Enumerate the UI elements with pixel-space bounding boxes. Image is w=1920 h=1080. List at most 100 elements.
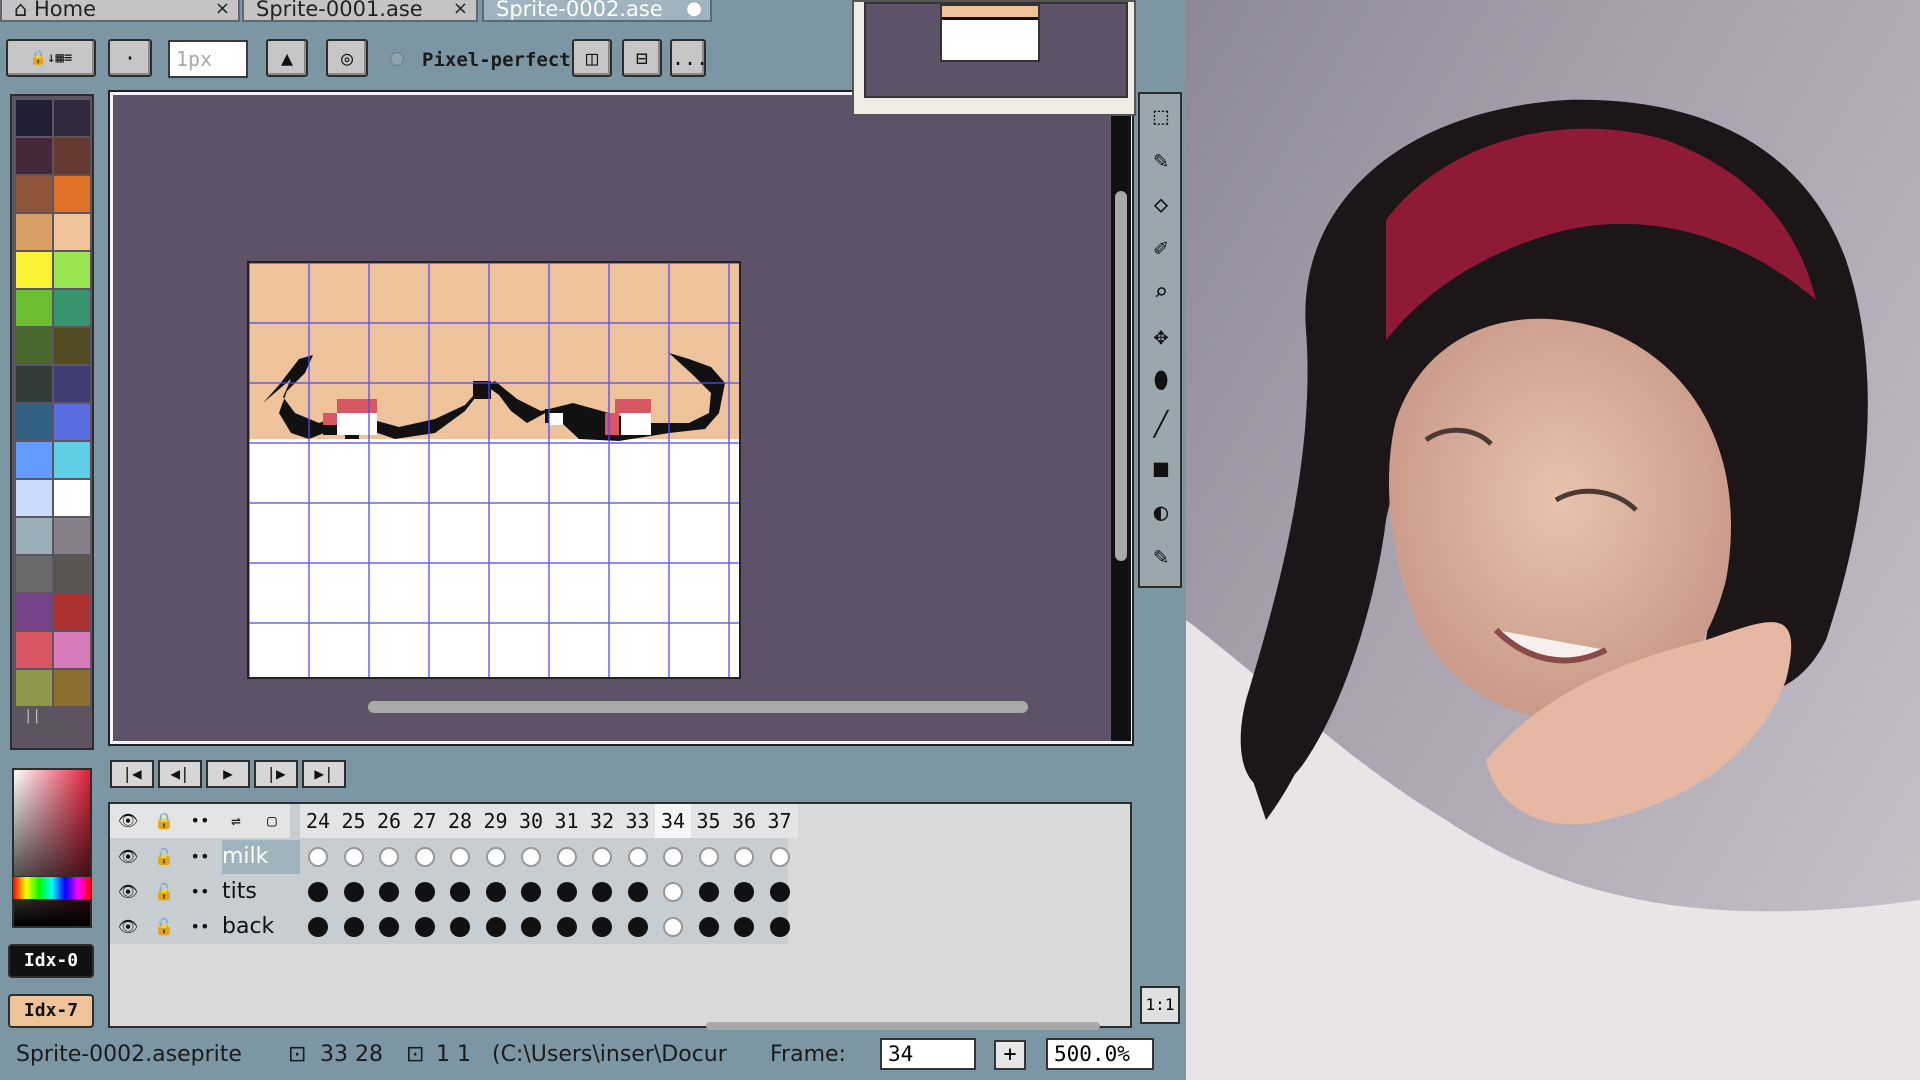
cel-dot[interactable] [734, 917, 754, 937]
cel-dot[interactable] [521, 847, 541, 867]
selection-icon[interactable]: ⬚ [1144, 98, 1178, 134]
continuous-header-icon[interactable]: •• [182, 804, 218, 838]
cel-dot[interactable] [343, 847, 364, 867]
cel-dot[interactable] [769, 917, 790, 937]
palette-swatch[interactable] [16, 404, 52, 440]
onion-skin-header-icon[interactable]: ▢ [254, 804, 290, 838]
cel-dot[interactable] [379, 882, 399, 902]
palette-swatch[interactable] [54, 138, 90, 174]
palette-swatch[interactable] [54, 252, 90, 288]
frame-number-input[interactable]: 34 [880, 1038, 976, 1070]
cel-dot[interactable] [734, 847, 754, 867]
cel-dot[interactable] [485, 917, 506, 937]
palette-swatch[interactable] [16, 328, 52, 364]
symmetry-horizontal-button[interactable]: ⊟ [622, 39, 662, 77]
frame-header[interactable]: 37 [761, 804, 798, 838]
cel-dot[interactable] [627, 917, 648, 937]
play-button[interactable]: ▶ [206, 760, 250, 788]
brush-size-input[interactable]: 1px [168, 40, 248, 78]
palette-swatch[interactable] [54, 176, 90, 212]
more-options-button[interactable]: ... [670, 39, 708, 77]
foreground-color-index[interactable]: Idx-0 [8, 944, 94, 978]
frame-header[interactable]: 30 [513, 804, 549, 838]
ink-button[interactable]: ▲ [266, 39, 308, 77]
cel-dot[interactable] [308, 917, 328, 937]
palette-resize-handle[interactable]: || [24, 708, 41, 724]
lock-icon[interactable]: 🔓 [146, 840, 182, 874]
cel-dot[interactable] [521, 917, 541, 937]
brush-type-button[interactable]: · [108, 39, 152, 77]
previous-frame-button[interactable]: ◀| [158, 760, 202, 788]
opacity-button[interactable]: ◎ [326, 39, 368, 77]
frame-header[interactable]: 28 [442, 804, 478, 838]
pixel-perfect-checkbox[interactable] [390, 52, 404, 66]
cel-dot[interactable] [556, 882, 577, 902]
lock-icon[interactable]: 🔓 [146, 875, 182, 909]
palette-swatch[interactable] [54, 480, 90, 516]
continuous-icon[interactable]: •• [182, 910, 218, 944]
eraser-icon[interactable]: ◇ [1144, 186, 1178, 222]
frame-header[interactable]: 25 [335, 804, 372, 838]
cel-dot[interactable] [450, 917, 470, 937]
palette-swatch[interactable] [54, 404, 90, 440]
palette-swatch[interactable] [16, 290, 52, 326]
cel-dot[interactable] [521, 882, 541, 902]
visibility-header-icon[interactable]: 👁 [110, 804, 146, 838]
cel-dot[interactable] [698, 882, 719, 902]
move-icon[interactable]: ✥ [1144, 318, 1178, 354]
tab-home[interactable]: ⌂ Home × [0, 0, 240, 22]
cel-dot[interactable] [450, 882, 470, 902]
layer-name[interactable]: milk [222, 840, 300, 874]
frame-header[interactable]: 32 [584, 804, 620, 838]
frame-header[interactable]: 33 [619, 804, 656, 838]
cel-dot[interactable] [414, 882, 435, 902]
frame-header[interactable]: 27 [406, 804, 443, 838]
one-to-one-button[interactable]: 1:1 [1140, 986, 1180, 1024]
layer-name[interactable]: back [222, 910, 300, 944]
palette-swatch[interactable] [16, 556, 52, 592]
palette-swatch[interactable] [54, 366, 90, 402]
palette-swatch[interactable] [16, 480, 52, 516]
frame-header[interactable]: 36 [726, 804, 762, 838]
frame-header[interactable]: 24 [300, 804, 336, 838]
last-frame-button[interactable]: ▶| [302, 760, 346, 788]
palette-swatch[interactable] [54, 214, 90, 250]
paint-bucket-icon[interactable]: ⬮ [1144, 362, 1178, 398]
palette-swatch[interactable] [16, 214, 52, 250]
timeline-scrollbar[interactable] [706, 1022, 1100, 1030]
eyedropper-icon[interactable]: ✐ [1144, 230, 1178, 266]
close-icon[interactable]: × [215, 0, 230, 18]
rectangle-icon[interactable]: ■ [1144, 450, 1178, 486]
continuous-icon[interactable]: •• [182, 875, 218, 909]
sprite-canvas[interactable] [247, 261, 741, 679]
palette-swatch[interactable] [54, 594, 90, 630]
palette-swatch[interactable] [54, 556, 90, 592]
palette-swatch[interactable] [54, 328, 90, 364]
symmetry-vertical-button[interactable]: ◫ [572, 39, 612, 77]
tab-sprite-0001[interactable]: Sprite-0001.ase × [242, 0, 478, 22]
palette-swatch[interactable] [16, 138, 52, 174]
cel-dot[interactable] [663, 882, 683, 902]
background-color-index[interactable]: Idx-7 [8, 994, 94, 1028]
sprite-editor[interactable] [110, 92, 1132, 744]
vertical-scrollbar[interactable] [1115, 191, 1127, 561]
cel-dot[interactable] [769, 847, 790, 867]
hue-slider[interactable] [12, 876, 92, 900]
pencil-icon[interactable]: ✎ [1144, 142, 1178, 178]
palette-swatch[interactable] [16, 442, 52, 478]
frame-header[interactable]: 26 [371, 804, 407, 838]
palette-swatch[interactable] [16, 594, 52, 630]
palette-swatch[interactable] [16, 366, 52, 402]
cel-dot[interactable] [450, 847, 470, 867]
color-picker-field[interactable] [12, 768, 92, 928]
palette-swatch[interactable] [16, 252, 52, 288]
frame-header[interactable]: 35 [690, 804, 727, 838]
cel-dot[interactable] [592, 882, 612, 902]
eye-icon[interactable]: 👁 [110, 840, 146, 874]
cel-dot[interactable] [627, 882, 648, 902]
cel-dot[interactable] [592, 847, 612, 867]
layer-name[interactable]: tits [222, 875, 300, 909]
palette-swatch[interactable] [16, 176, 52, 212]
contour-icon[interactable]: ✎ [1144, 538, 1178, 574]
palette-swatch[interactable] [54, 670, 90, 706]
